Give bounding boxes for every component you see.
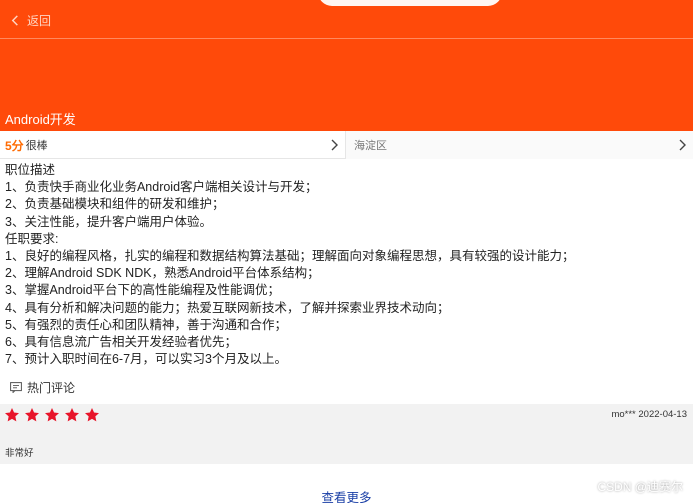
comment-icon [10, 382, 22, 393]
chevron-right-icon [679, 139, 686, 151]
description-line: 5、有强烈的责任心和团队精神，善于沟通和合作； [5, 317, 287, 332]
rating-cell[interactable]: 5分 很棒 [0, 131, 346, 159]
description-line: 1、负责快手商业化业务Android客户端相关设计与开发； [5, 180, 318, 195]
star-icon [25, 408, 39, 422]
description-line: 职位描述 [5, 163, 56, 177]
description-line: 3、掌握Android平台下的高性能编程及性能调优； [5, 283, 281, 298]
review-text: 非常好 [5, 448, 34, 459]
score-label: 很棒 [25, 140, 48, 152]
score-value: 5分 [5, 138, 24, 153]
description-line: 任职要求: [5, 231, 59, 246]
location-text: 海淀区 [354, 140, 387, 152]
back-label: 返回 [27, 14, 52, 28]
star-rating [4, 407, 100, 423]
star-icon [45, 408, 59, 422]
description-line: 3、关注性能，提升客户端用户体验。 [5, 214, 212, 229]
top-handle [318, 0, 502, 6]
view-more-link[interactable]: 查看更多 [0, 487, 693, 503]
description-line: 2、理解Android SDK NDK，熟悉Android平台体系结构； [5, 266, 320, 281]
header-divider [0, 38, 693, 39]
description-line: 7、预计入职时间在6-7月，可以实习3个月及以上。 [5, 352, 287, 367]
description-line: 4、具有分析和解决问题的能力；热爱互联网新技术，了解并探索业界技术动向； [5, 300, 450, 315]
review-card: mo*** 2022-04-13 非常好 [0, 404, 693, 464]
description-line: 1、良好的编程风格，扎实的编程和数据结构算法基础；理解面向对象编程思想，具有较强… [5, 249, 575, 264]
hot-comments-label: 热门评论 [27, 381, 76, 395]
watermark: CSDN @迪赛尔 [597, 480, 683, 494]
star-icon [65, 408, 79, 422]
hot-comments-heading: 热门评论 [10, 379, 75, 396]
description-line: 2、负责基础模块和组件的研发和维护； [5, 197, 225, 212]
job-description: 职位描述 1、负责快手商业化业务Android客户端相关设计与开发； 2、负责基… [5, 162, 690, 368]
chevron-right-icon [331, 139, 338, 151]
info-row: 5分 很棒 海淀区 [0, 131, 693, 159]
reviewer-date: mo*** 2022-04-13 [611, 409, 687, 420]
description-line: 6、具有信息流广告相关开发经验者优先； [5, 335, 237, 350]
back-button[interactable]: 返回 [10, 12, 51, 29]
header-bar: 返回 Android开发 [0, 0, 693, 131]
chevron-left-icon [11, 15, 18, 26]
location-cell[interactable]: 海淀区 [346, 131, 693, 159]
star-icon [5, 408, 19, 422]
star-icon [85, 408, 99, 422]
job-title: Android开发 [5, 112, 76, 127]
